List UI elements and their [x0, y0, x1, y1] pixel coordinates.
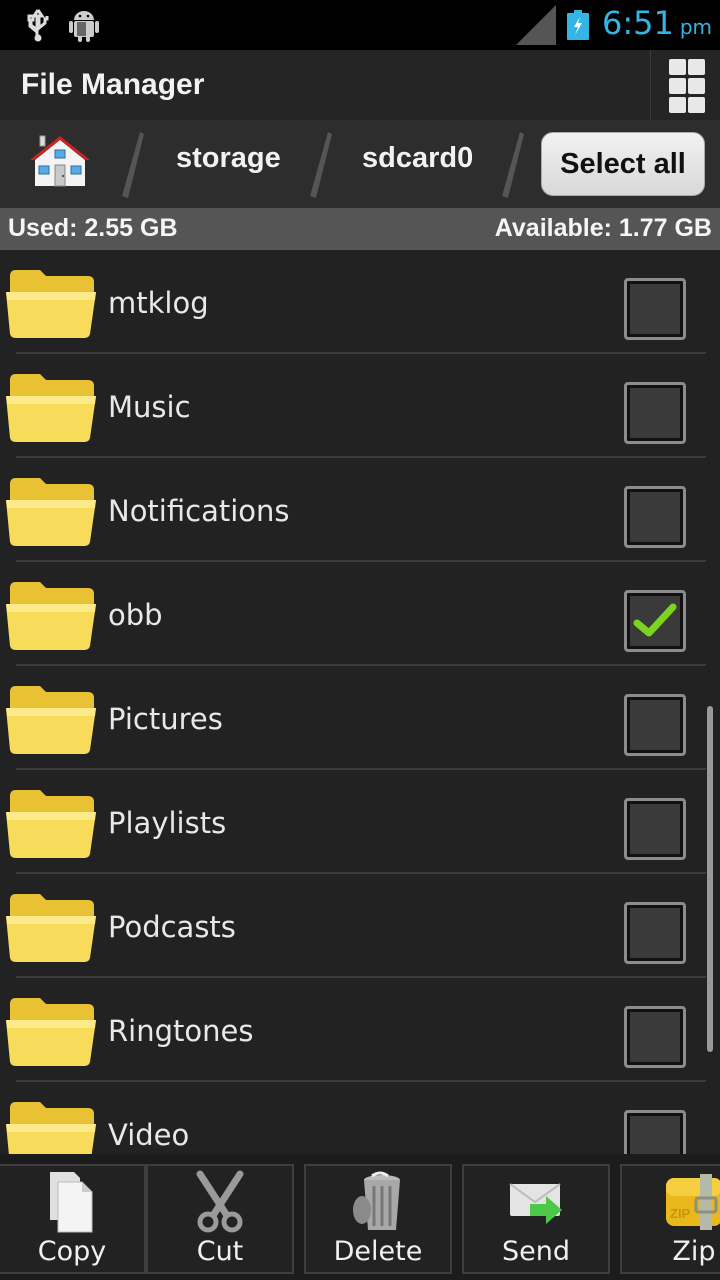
folder-icon — [4, 992, 100, 1068]
cut-button[interactable]: Cut — [146, 1164, 294, 1274]
breadcrumb-separator — [122, 132, 144, 198]
select-checkbox[interactable] — [624, 902, 686, 964]
list-item[interactable]: Playlists — [0, 770, 720, 874]
app-title: File Manager — [21, 68, 205, 101]
android-debug-icon — [69, 11, 99, 42]
view-toggle-button[interactable] — [650, 50, 720, 120]
used-space: Used: 2.55 GB — [8, 214, 178, 242]
usb-icon — [27, 9, 49, 42]
home-icon[interactable] — [28, 132, 92, 188]
svg-text:ZIP: ZIP — [670, 1206, 691, 1221]
send-button[interactable]: Send — [462, 1164, 610, 1274]
breadcrumb-separator — [310, 132, 332, 198]
breadcrumb-separator — [502, 132, 524, 198]
list-item[interactable]: Podcasts — [0, 874, 720, 978]
send-label: Send — [501, 1236, 570, 1267]
select-all-button[interactable]: Select all — [541, 132, 705, 196]
scissors-icon — [196, 1170, 244, 1233]
available-space: Available: 1.77 GB — [494, 214, 712, 242]
select-checkbox[interactable] — [624, 798, 686, 860]
folder-icon — [4, 264, 100, 340]
zip-icon: ZIP — [666, 1174, 720, 1230]
file-name: Music — [108, 390, 191, 424]
delete-label: Delete — [333, 1236, 423, 1267]
select-checkbox[interactable] — [624, 382, 686, 444]
list-item[interactable]: Ringtones — [0, 978, 720, 1082]
file-name: Video — [108, 1118, 190, 1152]
copy-label: Copy — [37, 1236, 107, 1267]
file-list[interactable]: mtklog Music Notifications obb Pictures … — [0, 250, 720, 1154]
clock: 6:51 pm — [602, 4, 712, 42]
list-item[interactable]: Notifications — [0, 458, 720, 562]
list-item[interactable]: Music — [0, 354, 720, 458]
folder-icon — [4, 368, 100, 444]
battery-charging-icon — [567, 10, 589, 40]
breadcrumb: storage sdcard0 Select all — [0, 120, 720, 208]
signal-icon — [516, 5, 556, 45]
zip-button[interactable]: ZIP Zip — [620, 1164, 720, 1274]
select-checkbox[interactable] — [624, 278, 686, 340]
select-checkbox[interactable] — [624, 590, 686, 652]
folder-icon — [4, 472, 100, 548]
file-name: Podcasts — [108, 910, 236, 944]
breadcrumb-item-storage[interactable]: storage — [176, 142, 281, 175]
status-bar: 6:51 pm — [0, 0, 720, 50]
select-checkbox[interactable] — [624, 1110, 686, 1154]
file-name: Pictures — [108, 702, 223, 736]
folder-icon — [4, 888, 100, 964]
clock-time: 6:51 — [602, 4, 674, 42]
list-item[interactable]: obb — [0, 562, 720, 666]
storage-info-bar: Used: 2.55 GB Available: 1.77 GB — [0, 208, 720, 250]
delete-button[interactable]: Delete — [304, 1164, 452, 1274]
folder-icon — [4, 1096, 100, 1154]
copy-button[interactable]: Copy — [0, 1164, 146, 1274]
copy-icon — [50, 1172, 93, 1233]
select-checkbox[interactable] — [624, 694, 686, 756]
trash-icon — [353, 1171, 400, 1230]
list-item[interactable]: Video — [0, 1082, 720, 1154]
folder-icon — [4, 680, 100, 756]
breadcrumb-item-sdcard0[interactable]: sdcard0 — [362, 142, 473, 175]
send-icon — [509, 1183, 562, 1224]
list-item[interactable]: mtklog — [0, 250, 720, 354]
zip-label: Zip — [672, 1236, 716, 1267]
file-name: Playlists — [108, 806, 227, 840]
folder-icon — [4, 576, 100, 652]
select-checkbox[interactable] — [624, 1006, 686, 1068]
file-name: obb — [108, 598, 163, 632]
folder-icon — [4, 784, 100, 860]
scrollbar[interactable] — [707, 706, 713, 1052]
select-checkbox[interactable] — [624, 486, 686, 548]
title-bar: File Manager — [0, 50, 720, 120]
file-name: mtklog — [108, 286, 209, 320]
cut-label: Cut — [196, 1236, 244, 1267]
file-name: Notifications — [108, 494, 290, 528]
clock-ampm: pm — [679, 15, 713, 39]
list-item[interactable]: Pictures — [0, 666, 720, 770]
file-name: Ringtones — [108, 1014, 254, 1048]
action-toolbar: Copy Cut Delete Send ZIP Zip — [0, 1154, 720, 1280]
